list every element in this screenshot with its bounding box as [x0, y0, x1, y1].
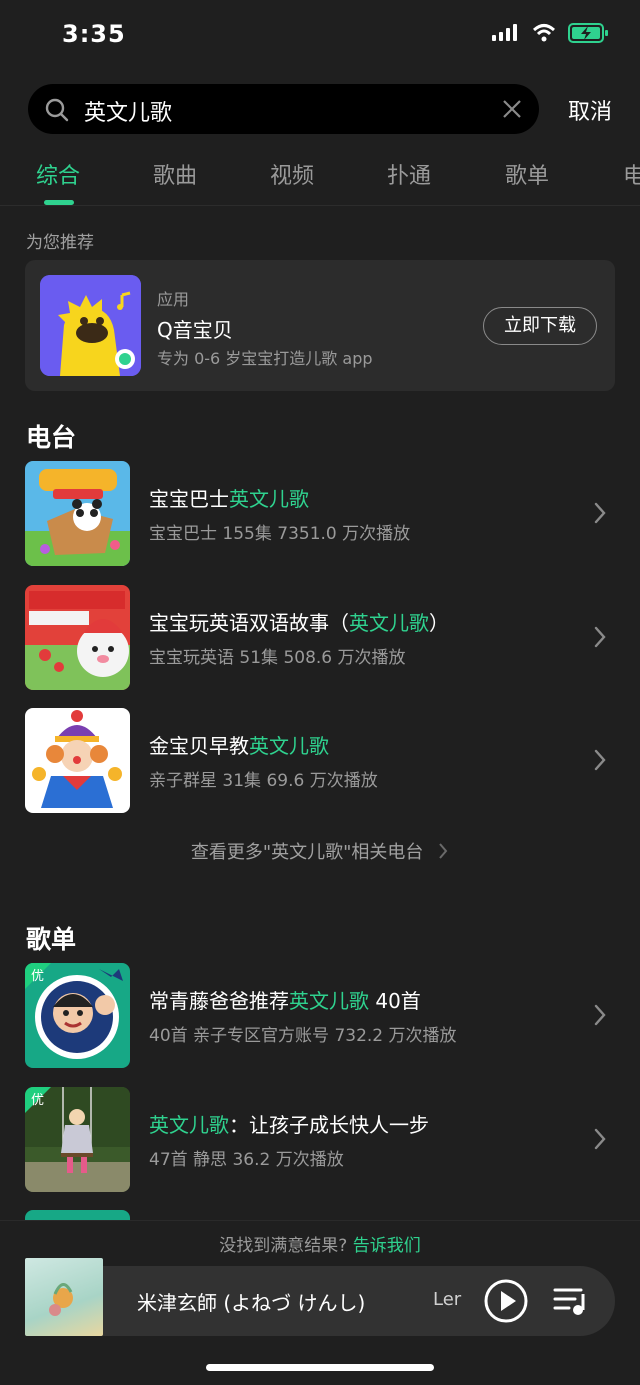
radio-item-title: 宝宝巴士英文儿歌 [149, 487, 309, 511]
search-row: 英文儿歌 取消 [28, 84, 618, 134]
search-query: 英文儿歌 [84, 101, 173, 126]
tab-putong[interactable]: 扑通 [387, 158, 431, 190]
home-indicator [206, 1364, 434, 1371]
radio-item-title: 金宝贝早教英文儿歌 [149, 734, 329, 758]
chevron-right-icon [594, 1128, 606, 1150]
radio-item[interactable]: 金宝贝早教英文儿歌 亲子群星 31集 69.6 万次播放 [25, 708, 615, 814]
search-input[interactable]: 英文儿歌 [28, 84, 539, 134]
tab-songs[interactable]: 歌曲 [153, 158, 197, 190]
now-playing-title: 米津玄師 (よねづ けんし) [137, 1291, 366, 1315]
chevron-right-icon [594, 626, 606, 648]
quality-badge: 优 [31, 1093, 45, 1108]
playlist-item-meta: 40首 亲子专区官方账号 732.2 万次播放 [149, 1026, 457, 1046]
chevron-right-icon [594, 502, 606, 524]
clear-icon[interactable] [501, 98, 523, 120]
app-card[interactable]: 应用 Q音宝贝 专为 0-6 岁宝宝打造儿歌 app 立即下载 [25, 260, 615, 391]
battery-charging-icon [568, 23, 608, 43]
status-time: 3:35 [62, 20, 126, 48]
signal-icon [492, 24, 517, 41]
playlist-item-meta: 47首 静思 36.2 万次播放 [149, 1150, 344, 1170]
download-button[interactable]: 立即下载 [483, 307, 597, 345]
play-button[interactable] [483, 1278, 529, 1324]
quality-badge: 优 [31, 969, 45, 984]
cancel-button[interactable]: 取消 [568, 94, 612, 126]
playlist-item-title: 英文儿歌：让孩子成长快人一步 [149, 1113, 429, 1137]
bottom-area: 没找到满意结果? 告诉我们 米津玄師 (よねづ けんし) Ler [0, 1220, 640, 1385]
feedback-text: 没找到满意结果? [219, 1236, 348, 1256]
status-icons [492, 22, 610, 44]
playlist-item-title: 常青藤爸爸推荐英文儿歌 40首 [149, 989, 421, 1013]
chevron-right-icon [594, 749, 606, 771]
playlist-queue-icon[interactable] [553, 1284, 589, 1318]
radio-item-meta: 宝宝玩英语 51集 508.6 万次播放 [149, 648, 406, 668]
app-name: Q音宝贝 [157, 318, 233, 342]
feedback-row: 没找到满意结果? 告诉我们 [0, 1231, 640, 1256]
wifi-icon [532, 24, 556, 42]
radio-item-meta: 亲子群星 31集 69.6 万次播放 [149, 771, 378, 791]
status-bar: 3:35 [0, 0, 640, 70]
recommend-heading: 为您推荐 [26, 233, 94, 253]
radio-item-title: 宝宝玩英语双语故事（英文儿歌） [149, 611, 449, 635]
tab-indicator [44, 200, 74, 205]
tab-radio[interactable]: 电 [623, 158, 640, 190]
app-type-label: 应用 [157, 290, 190, 309]
app-icon [40, 275, 141, 376]
category-tabs: 综合 歌曲 视频 扑通 歌单 电 [0, 148, 640, 206]
radio-cover [25, 585, 130, 690]
chevron-right-icon [594, 1004, 606, 1026]
mini-player[interactable]: 米津玄師 (よねづ けんし) Ler [25, 1258, 615, 1336]
playlists-heading: 歌单 [26, 925, 77, 954]
playlist-item[interactable]: 优 常青藤爸爸推荐英文儿歌 40首 40首 亲子专区官方账号 732.2 万次播… [25, 963, 615, 1069]
app-description: 专为 0-6 岁宝宝打造儿歌 app [157, 349, 373, 368]
tab-playlists[interactable]: 歌单 [505, 158, 549, 190]
feedback-link[interactable]: 告诉我们 [353, 1236, 421, 1256]
radio-item[interactable]: 宝宝巴士英文儿歌 宝宝巴士 155集 7351.0 万次播放 [25, 461, 615, 567]
radio-cover [25, 461, 130, 566]
search-icon [45, 98, 69, 122]
chevron-right-icon [439, 843, 448, 859]
more-radio-label: 查看更多"英文儿歌"相关电台 [190, 842, 424, 863]
tab-all[interactable]: 综合 [36, 158, 80, 190]
now-playing-lyric: Ler [433, 1289, 462, 1310]
radio-item-meta: 宝宝巴士 155集 7351.0 万次播放 [149, 524, 411, 544]
playlist-item[interactable]: 优 英文儿歌：让孩子成长快人一步 47首 静思 36.2 万次播放 [25, 1087, 615, 1193]
radio-cover [25, 708, 130, 813]
radio-heading: 电台 [26, 423, 77, 452]
now-playing-cover [25, 1258, 103, 1336]
radio-item[interactable]: 宝宝玩英语双语故事（英文儿歌） 宝宝玩英语 51集 508.6 万次播放 [25, 585, 615, 691]
more-radio-link[interactable]: 查看更多"英文儿歌"相关电台 [0, 838, 640, 864]
tab-videos[interactable]: 视频 [270, 158, 314, 190]
